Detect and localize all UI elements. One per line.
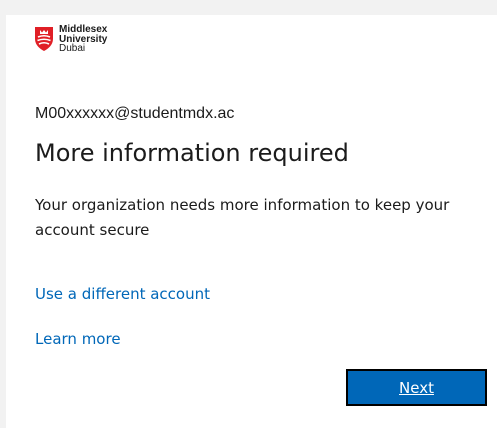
university-logo: Middlesex University Dubai [34,25,107,54]
logo-text-line3: Dubai [59,43,86,54]
next-button[interactable]: Next [346,369,487,406]
use-different-account-link[interactable]: Use a different account [35,285,210,303]
account-identity: M00xxxxxx@studentmdx.ac [35,105,235,122]
university-shield-icon [35,27,53,51]
university-wordmark: Middlesex University Dubai [59,25,107,54]
learn-more-link[interactable]: Learn more [35,330,121,348]
page-description: Your organization needs more information… [35,196,450,239]
next-button-label: Next [399,378,434,397]
page-title: More information required [35,139,349,167]
sign-in-card: Middlesex University Dubai M00xxxxxx@stu… [6,15,497,428]
